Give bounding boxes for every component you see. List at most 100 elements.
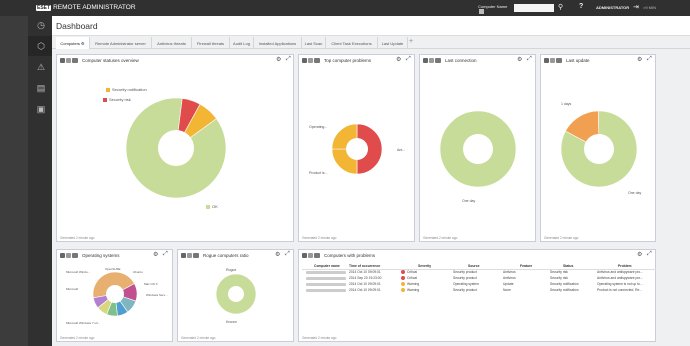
eset-logo: ESET: [36, 5, 52, 11]
os-label: Ubuntu: [133, 270, 143, 274]
app-logo[interactable]: ESET REMOTE ADMINISTRATOR: [36, 4, 136, 11]
table-row[interactable]: 2014 Oct 10 09:09:01 Warning Security prod…: [302, 287, 656, 293]
legend-label: Security risk: [109, 97, 131, 102]
help-icon[interactable]: ?: [579, 3, 583, 10]
generated-time: Generated 2 minute ago: [181, 336, 216, 340]
generated-time: Generated 2 minute ago: [302, 236, 337, 240]
redacted-computer-name: [306, 288, 346, 292]
logout-icon[interactable]: ⇥: [633, 3, 639, 11]
gear-icon[interactable]: ⚙: [153, 251, 158, 258]
cell-computer-name: [302, 269, 348, 275]
os-label: Windows Serv...: [146, 293, 168, 297]
label-rogue: Rogue: [226, 268, 237, 272]
panel-title: Computer statuses overview: [82, 57, 139, 63]
tab-last-update[interactable]: Last Update: [378, 37, 408, 49]
label-one-day: One day: [628, 191, 642, 195]
generated-time: Generated 2 minute ago: [423, 236, 458, 240]
cell-computer-name: [302, 287, 348, 293]
expand-icon[interactable]: ⤢: [647, 56, 652, 63]
tab-installed-apps[interactable]: Installed Applications: [254, 37, 302, 49]
legend-security-risk: Security risk: [103, 97, 131, 102]
filter-icon[interactable]: [314, 57, 320, 63]
warning-icon: [401, 288, 405, 293]
expand-icon[interactable]: ⤢: [647, 251, 652, 258]
tab-computers[interactable]: Computers ⚙: [56, 37, 90, 49]
gear-icon[interactable]: ⚙: [637, 56, 642, 63]
redacted-computer-name: [306, 282, 346, 286]
page-header: [52, 16, 690, 36]
panel-title: Computers with problems: [324, 252, 376, 258]
chart-type-icon[interactable]: [544, 57, 549, 63]
table-view-icon[interactable]: [187, 252, 192, 258]
label-one-day: One day: [462, 199, 476, 203]
expand-icon[interactable]: ⤢: [406, 56, 411, 63]
chart-type-icon[interactable]: [423, 57, 428, 63]
reports-icon[interactable]: ▤: [35, 83, 47, 94]
app-title: REMOTE ADMINISTRATOR: [53, 4, 136, 11]
gear-icon[interactable]: ⚙: [276, 56, 281, 63]
tab-audit-log[interactable]: Audit Log: [230, 37, 254, 49]
panel-title: Last connection: [445, 57, 477, 63]
legend-label: OK: [212, 204, 218, 209]
filter-icon[interactable]: [193, 252, 199, 258]
panel-rogue-computers: Rogue computers ratio ⚙ ⤢ Generated 2 mi…: [177, 249, 294, 342]
dashboard-icon[interactable]: ◷: [35, 20, 47, 31]
gear-icon[interactable]: ⚙: [81, 41, 85, 46]
filter-icon[interactable]: [72, 57, 78, 63]
table-view-icon[interactable]: [308, 252, 313, 258]
computers-icon[interactable]: ⬡: [35, 41, 47, 52]
chart-type-icon[interactable]: [60, 252, 65, 258]
tab-label: Computers: [60, 41, 80, 46]
chart-type-icon[interactable]: [302, 57, 307, 63]
legend-swatch: [103, 97, 107, 102]
tab-antivirus-threats[interactable]: Antivirus threats: [152, 37, 192, 49]
search-type-select[interactable]: Computer Name: [478, 4, 512, 15]
session-timer: >9 MIN: [643, 5, 657, 10]
panel-title: Top computer problems: [324, 57, 372, 63]
gear-icon[interactable]: ⚙: [396, 56, 401, 63]
redacted-computer-name: [306, 276, 346, 280]
expand-icon[interactable]: ⤢: [286, 56, 291, 63]
gear-icon[interactable]: ⚙: [517, 56, 522, 63]
chart-type-icon[interactable]: [302, 252, 307, 258]
chart-type-icon[interactable]: [181, 252, 186, 258]
label-1-days: 1 days: [561, 102, 572, 106]
gear-icon[interactable]: ⚙: [275, 251, 280, 258]
panel-title: Last update: [566, 57, 590, 63]
expand-icon[interactable]: ⤢: [163, 251, 168, 258]
generated-time: Generated 2 minute ago: [302, 336, 337, 340]
table-view-icon[interactable]: [429, 57, 434, 63]
os-label: Mac OS X: [144, 282, 158, 286]
severity-label: Critical: [407, 270, 418, 275]
filter-icon[interactable]: [314, 252, 320, 258]
search-icon[interactable]: ⚲: [558, 3, 563, 11]
table-view-icon[interactable]: [66, 57, 71, 63]
label-operating: Operating...: [309, 125, 328, 129]
legend-swatch: [106, 87, 110, 92]
cell-status: Security notification: [550, 288, 579, 292]
search-type-label: Computer Name: [478, 4, 508, 9]
search-input[interactable]: [514, 4, 554, 12]
table-view-icon[interactable]: [550, 57, 555, 63]
gear-icon[interactable]: ⚙: [637, 251, 642, 258]
tab-last-scan[interactable]: Last Scan: [302, 37, 326, 49]
cell-source: Security product: [453, 288, 477, 292]
tab-firewall-threats[interactable]: Firewall threats: [192, 37, 230, 49]
chart-type-icon[interactable]: [60, 57, 65, 63]
expand-icon[interactable]: ⤢: [285, 251, 290, 258]
tab-client-task-executions[interactable]: Client Task Executions: [326, 37, 378, 49]
admin-icon[interactable]: ▣: [35, 104, 47, 115]
table-view-icon[interactable]: [308, 57, 313, 63]
expand-icon[interactable]: ⤢: [527, 56, 532, 63]
filter-icon[interactable]: [556, 57, 562, 63]
filter-icon[interactable]: [72, 252, 78, 258]
user-menu[interactable]: ADMINISTRATOR: [596, 5, 629, 10]
add-tab-icon[interactable]: +: [409, 38, 413, 45]
filter-icon[interactable]: [435, 57, 441, 63]
table-view-icon[interactable]: [66, 252, 71, 258]
os-label: Microsoft Windows 7 ult...: [66, 321, 101, 325]
tab-ra-server[interactable]: Remote Administrator server: [90, 37, 152, 49]
cell-severity: Warning: [400, 287, 452, 293]
threats-icon[interactable]: ⚠: [35, 62, 47, 73]
cell-time: 2014 Oct 10 09:09:01: [349, 288, 381, 292]
